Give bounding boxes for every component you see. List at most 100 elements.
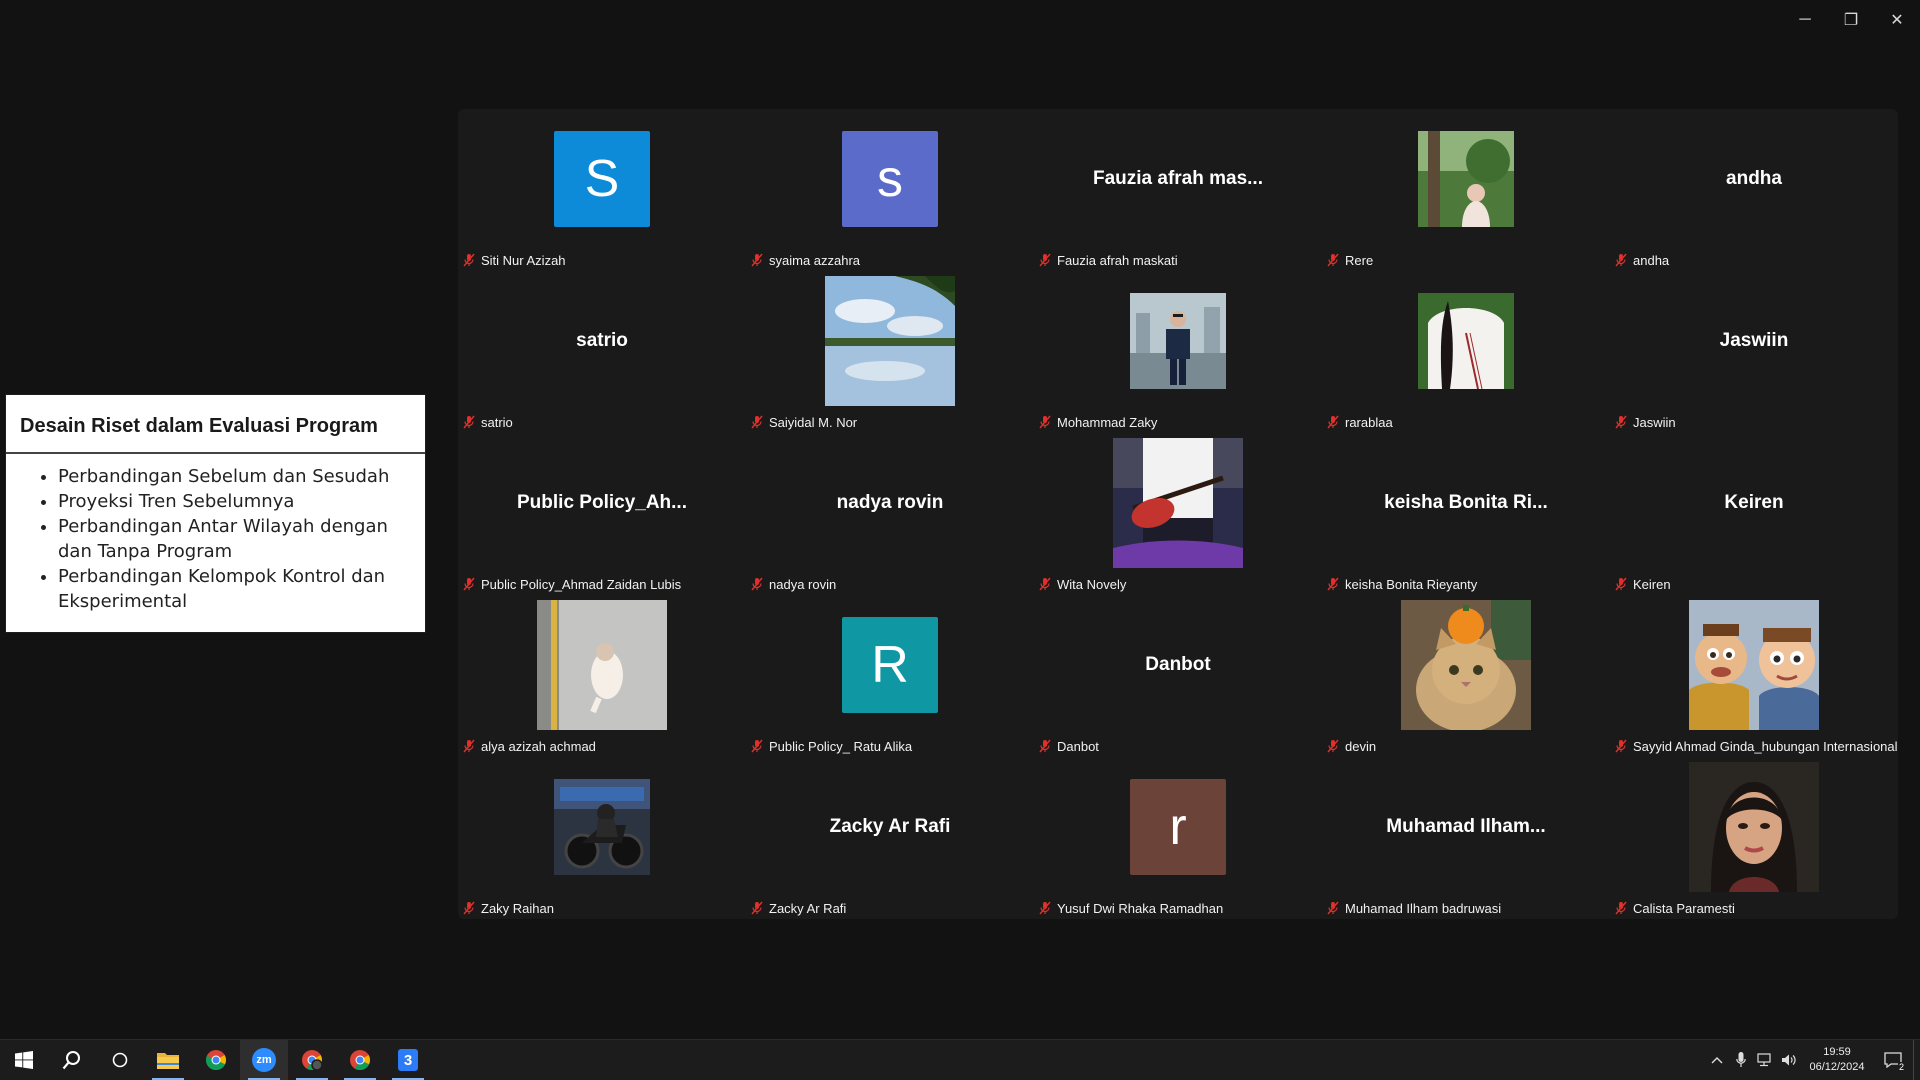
restore-icon[interactable]: ❐ [1828,8,1874,32]
participant-tile[interactable]: Sayyid Ahmad Ginda_hubungan Internasiona… [1610,595,1898,757]
participant-nameplate: alya azizah achmad [462,737,596,755]
muted-microphone-icon [1615,253,1627,267]
participant-video-area [746,271,1034,411]
participant-nameplate: Public Policy_Ahmad Zaidan Lubis [462,575,681,593]
participant-tile[interactable]: Jaswiin Jaswiin [1610,271,1898,433]
slide-bullet: Perbandingan Sebelum dan Sesudah [58,464,425,489]
chrome-icon[interactable] [336,1040,384,1080]
muted-microphone-icon [1615,577,1627,591]
participant-name: Saiyidal M. Nor [769,414,858,430]
participant-tile[interactable]: Zacky Ar Rafi Zacky Ar Rafi [746,757,1034,919]
participant-video-area: R [746,595,1034,735]
participant-nameplate: Muhamad Ilham badruwasi [1326,899,1501,917]
participant-tile[interactable]: R Public Policy_ Ratu Alika [746,595,1034,757]
avatar: s [842,131,938,227]
muted-microphone-icon [751,577,763,591]
participant-tile[interactable]: Danbot Danbot [1034,595,1322,757]
participant-display-name: Public Policy_Ah... [517,492,687,513]
show-hidden-icons-chevron-icon[interactable] [1705,1040,1729,1080]
shared-slide: Desain Riset dalam Evaluasi Program Perb… [6,395,425,632]
microphone-icon[interactable] [1729,1040,1753,1080]
participant-nameplate: Danbot [1038,737,1099,755]
window-controls: ─ ❐ ✕ [1782,8,1920,32]
white-shirt-photo [1418,293,1514,389]
clock[interactable]: 19:59 06/12/2024 [1801,1045,1873,1075]
zoom-icon[interactable]: zm [240,1040,288,1080]
app-3-icon[interactable]: 3 [384,1040,432,1080]
search-icon[interactable] [48,1040,96,1080]
participant-nameplate: devin [1326,737,1376,755]
participant-nameplate: satrio [462,413,513,431]
participant-video-area: nadya rovin [746,433,1034,573]
participant-tile[interactable]: rarablaa [1322,271,1610,433]
participant-name: Danbot [1057,738,1099,754]
participant-tile[interactable]: Saiyidal M. Nor [746,271,1034,433]
participant-name: devin [1345,738,1377,754]
participant-nameplate: Zaky Raihan [462,899,554,917]
show-desktop-button[interactable] [1913,1040,1920,1080]
participant-tile[interactable]: Fauzia afrah mas... Fauzia afrah maskati [1034,109,1322,271]
participant-name: nadya rovin [769,576,837,592]
participant-nameplate: Wita Novely [1038,575,1126,593]
participant-name: syaima azzahra [769,252,861,268]
avatar: S [554,131,650,227]
participant-video-area: satrio [458,271,746,411]
participant-video-area: Zacky Ar Rafi [746,757,1034,897]
participant-video-area: Keiren [1610,433,1898,573]
participant-name: Public Policy_Ahmad Zaidan Lubis [481,576,682,592]
app-3-icon-label: 3 [398,1049,418,1071]
volume-icon[interactable] [1777,1040,1801,1080]
participant-display-name: Keiren [1724,492,1784,513]
participant-tile[interactable]: keisha Bonita Ri... keisha Bonita Rieyant… [1322,433,1610,595]
participant-tile[interactable]: Calista Paramesti [1610,757,1898,919]
slide-title: Desain Riset dalam Evaluasi Program [6,395,425,454]
participant-tile[interactable]: devin [1322,595,1610,757]
participant-name: Yusuf Dwi Rhaka Ramadhan [1057,900,1224,916]
participant-name: Mohammad Zaky [1057,414,1158,430]
close-icon[interactable]: ✕ [1874,8,1920,32]
notification-center-icon[interactable]: 2 [1873,1040,1913,1080]
participant-nameplate: Zacky Ar Rafi [750,899,846,917]
participant-tile[interactable]: satrio satrio [458,271,746,433]
participant-video-area: s [746,109,1034,249]
participant-tile[interactable]: Keiren Keiren [1610,433,1898,595]
task-view-icon[interactable] [96,1040,144,1080]
participant-tile[interactable]: r Yusuf Dwi Rhaka Ramadhan [1034,757,1322,919]
slide-bullet-list: Perbandingan Sebelum dan Sesudah Proyeks… [6,464,425,614]
participant-tile[interactable]: Zaky Raihan [458,757,746,919]
participant-name: satrio [481,414,513,430]
file-explorer-icon[interactable] [144,1040,192,1080]
participant-tile[interactable]: Mohammad Zaky [1034,271,1322,433]
participant-tile[interactable]: Rere [1322,109,1610,271]
muted-microphone-icon [463,901,475,915]
participant-tile[interactable]: Wita Novely [1034,433,1322,595]
slide-bullet: Perbandingan Antar Wilayah dengan dan Ta… [58,514,425,564]
participant-name: Muhamad Ilham badruwasi [1345,900,1502,916]
muted-microphone-icon [751,739,763,753]
participant-name: Wita Novely [1057,576,1127,592]
participant-tile[interactable]: nadya rovin nadya rovin [746,433,1034,595]
participant-tile[interactable]: S Siti Nur Azizah [458,109,746,271]
windows-start-icon[interactable] [0,1040,48,1080]
participant-tile[interactable]: Public Policy_Ah... Public Policy_Ahmad Z… [458,433,746,595]
participant-tile[interactable]: alya azizah achmad [458,595,746,757]
slide-bullet: Perbandingan Kelompok Kontrol dan Eksper… [58,564,425,614]
participant-video-area: Jaswiin [1610,271,1898,411]
minimize-icon[interactable]: ─ [1782,8,1828,32]
participant-nameplate: andha [1614,251,1669,269]
participant-tile[interactable]: s syaima azzahra [746,109,1034,271]
guitar-player-photo [1113,438,1243,568]
woman-portrait-photo [1689,762,1819,892]
chrome-profile-icon[interactable] [288,1040,336,1080]
participant-tile[interactable]: Muhamad Ilham... Muhamad Ilham badruwasi [1322,757,1610,919]
participant-nameplate: nadya rovin [750,575,836,593]
muted-microphone-icon [463,577,475,591]
network-icon[interactable] [1753,1040,1777,1080]
muted-microphone-icon [751,901,763,915]
muted-microphone-icon [1327,415,1339,429]
participant-video-area: r [1034,757,1322,897]
cat-with-orange-photo [1401,600,1531,730]
cat-in-elevator-photo [537,600,667,730]
participant-tile[interactable]: andha andha [1610,109,1898,271]
chrome-icon[interactable] [192,1040,240,1080]
